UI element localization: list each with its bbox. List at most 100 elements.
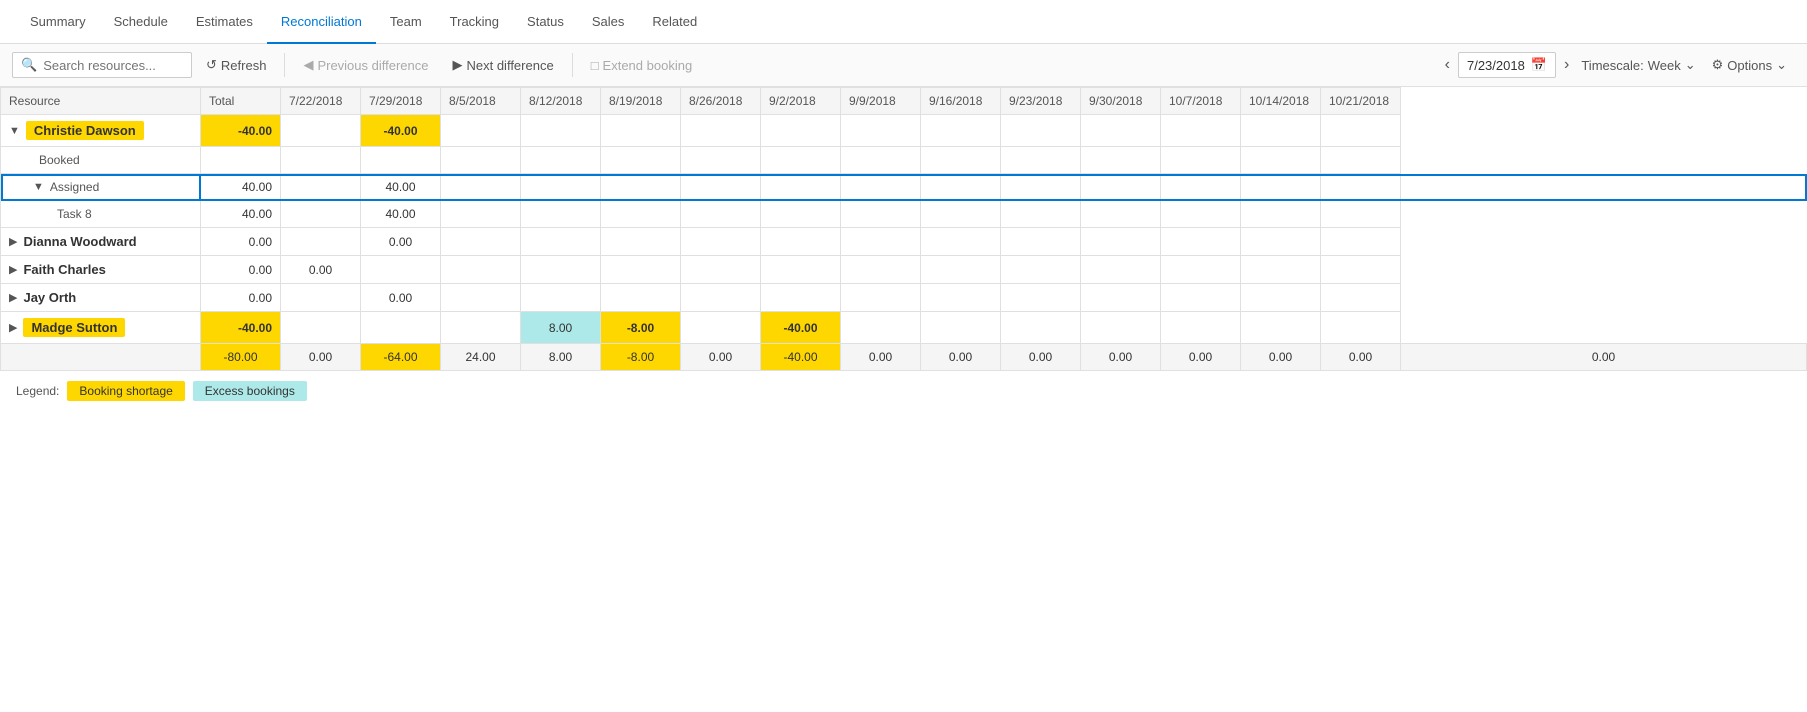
cell-0-12 [1241, 115, 1321, 147]
table-row[interactable]: ▼Christie Dawson-40.00-40.00 [1, 115, 1807, 147]
total-cell-0: -40.00 [201, 115, 281, 147]
date-box[interactable]: 7/23/2018 📅 [1458, 52, 1556, 78]
nav-item-related[interactable]: Related [638, 0, 711, 44]
cell-1-9 [1001, 147, 1081, 174]
resource-cell-0: ▼Christie Dawson [1, 115, 201, 147]
expand-icon[interactable]: ▶ [9, 291, 17, 304]
date-next-button[interactable]: › [1560, 52, 1573, 78]
nav-item-schedule[interactable]: Schedule [100, 0, 182, 44]
cell-5-0: 0.00 [281, 256, 361, 284]
cell-3-4 [601, 201, 681, 228]
table-row[interactable]: ▶Faith Charles0.000.00 [1, 256, 1807, 284]
cell-2-10 [1081, 174, 1161, 201]
cell-3-1: 40.00 [361, 201, 441, 228]
expand-icon[interactable]: ▶ [9, 321, 17, 334]
nav-item-summary[interactable]: Summary [16, 0, 100, 44]
toolbar: 🔍 ↺ Refresh ◀ Previous difference ▶ Next… [0, 44, 1807, 87]
resource-cell-1: Booked [1, 147, 201, 174]
cell-6-0 [281, 284, 361, 312]
options-button[interactable]: ⚙ Options ⌄ [1704, 53, 1795, 77]
table-row[interactable]: ▼Assigned40.0040.00 [1, 174, 1807, 201]
cell-3-10 [1081, 201, 1161, 228]
next-arrow-icon: ▶ [452, 57, 462, 73]
col-header-date-3: 8/12/2018 [521, 88, 601, 115]
cell-4-8 [921, 228, 1001, 256]
col-header-total: Total [201, 88, 281, 115]
cell-6-8 [921, 284, 1001, 312]
cell-0-4 [601, 115, 681, 147]
nav-item-reconciliation[interactable]: Reconciliation [267, 0, 376, 44]
task-row-label: Task 8 [57, 207, 92, 221]
nav-item-team[interactable]: Team [376, 0, 436, 44]
cell-7-8 [921, 312, 1001, 344]
cell-4-2 [441, 228, 521, 256]
search-box[interactable]: 🔍 [12, 52, 192, 78]
cell-0-3 [521, 115, 601, 147]
nav-item-status[interactable]: Status [513, 0, 578, 44]
resource-cell-6: ▶Jay Orth [1, 284, 201, 312]
refresh-button[interactable]: ↺ Refresh [196, 52, 276, 78]
cell-3-9 [1001, 201, 1081, 228]
calendar-icon: 📅 [1531, 57, 1547, 73]
cell-5-11 [1161, 256, 1241, 284]
total-cell-3: 40.00 [201, 201, 281, 228]
expand-icon[interactable]: ▶ [9, 235, 17, 248]
cell-2-7 [841, 174, 921, 201]
total-cell-8: 0.00 [841, 344, 921, 371]
separator-2 [572, 53, 573, 77]
total-cell-1: 0.00 [281, 344, 361, 371]
cell-5-9 [1001, 256, 1081, 284]
legend: Legend: Booking shortage Excess bookings [0, 371, 1807, 411]
total-cell-7: -40.00 [761, 344, 841, 371]
total-cell-13: 0.00 [1241, 344, 1321, 371]
expand-icon[interactable]: ▼ [9, 125, 20, 137]
cell-1-7 [841, 147, 921, 174]
cell-6-10 [1081, 284, 1161, 312]
cell-7-9 [1001, 312, 1081, 344]
cell-4-7 [841, 228, 921, 256]
prev-diff-button[interactable]: ◀ Previous difference [293, 52, 438, 78]
col-header-date-11: 10/7/2018 [1161, 88, 1241, 115]
total-cell-15: 0.00 [1401, 344, 1807, 371]
cell-0-10 [1081, 115, 1161, 147]
cell-1-1 [361, 147, 441, 174]
nav-item-sales[interactable]: Sales [578, 0, 639, 44]
expand-icon[interactable]: ▶ [9, 263, 17, 276]
table-row[interactable]: ▶Jay Orth0.000.00 [1, 284, 1807, 312]
sub-row-label: Assigned [50, 180, 99, 194]
total-cell-12: 0.00 [1161, 344, 1241, 371]
cell-7-5 [681, 312, 761, 344]
total-cell-14: 0.00 [1321, 344, 1401, 371]
cell-3-12 [1241, 201, 1321, 228]
table-row[interactable]: Booked [1, 147, 1807, 174]
cell-1-12 [1241, 147, 1321, 174]
cell-5-12 [1241, 256, 1321, 284]
cell-0-7 [841, 115, 921, 147]
cell-1-4 [601, 147, 681, 174]
cell-3-0 [281, 201, 361, 228]
cell-2-1: 40.00 [361, 174, 441, 201]
cell-0-8 [921, 115, 1001, 147]
nav-item-tracking[interactable]: Tracking [436, 0, 513, 44]
col-header-date-2: 8/5/2018 [441, 88, 521, 115]
next-diff-button[interactable]: ▶ Next difference [442, 52, 563, 78]
extend-booking-button[interactable]: □ Extend booking [581, 53, 702, 78]
nav-item-estimates[interactable]: Estimates [182, 0, 267, 44]
expand-icon[interactable]: ▼ [33, 181, 44, 193]
table-row[interactable]: ▶Dianna Woodward0.000.00 [1, 228, 1807, 256]
cell-5-2 [441, 256, 521, 284]
cell-6-11 [1161, 284, 1241, 312]
table-row[interactable]: Task 8 40.00 40.00 [1, 201, 1807, 228]
search-icon: 🔍 [21, 57, 37, 73]
legend-shortage: Booking shortage [67, 381, 184, 401]
cell-1-2 [441, 147, 521, 174]
total-cell-4: 0.00 [201, 228, 281, 256]
total-cell-11: 0.00 [1081, 344, 1161, 371]
date-prev-button[interactable]: ‹ [1441, 52, 1454, 78]
cell-7-12 [1241, 312, 1321, 344]
cell-2-9 [1001, 174, 1081, 201]
table-row[interactable]: ▶Madge Sutton-40.008.00-8.00-40.00 [1, 312, 1807, 344]
cell-4-10 [1081, 228, 1161, 256]
cell-7-11 [1161, 312, 1241, 344]
search-input[interactable] [43, 58, 183, 73]
